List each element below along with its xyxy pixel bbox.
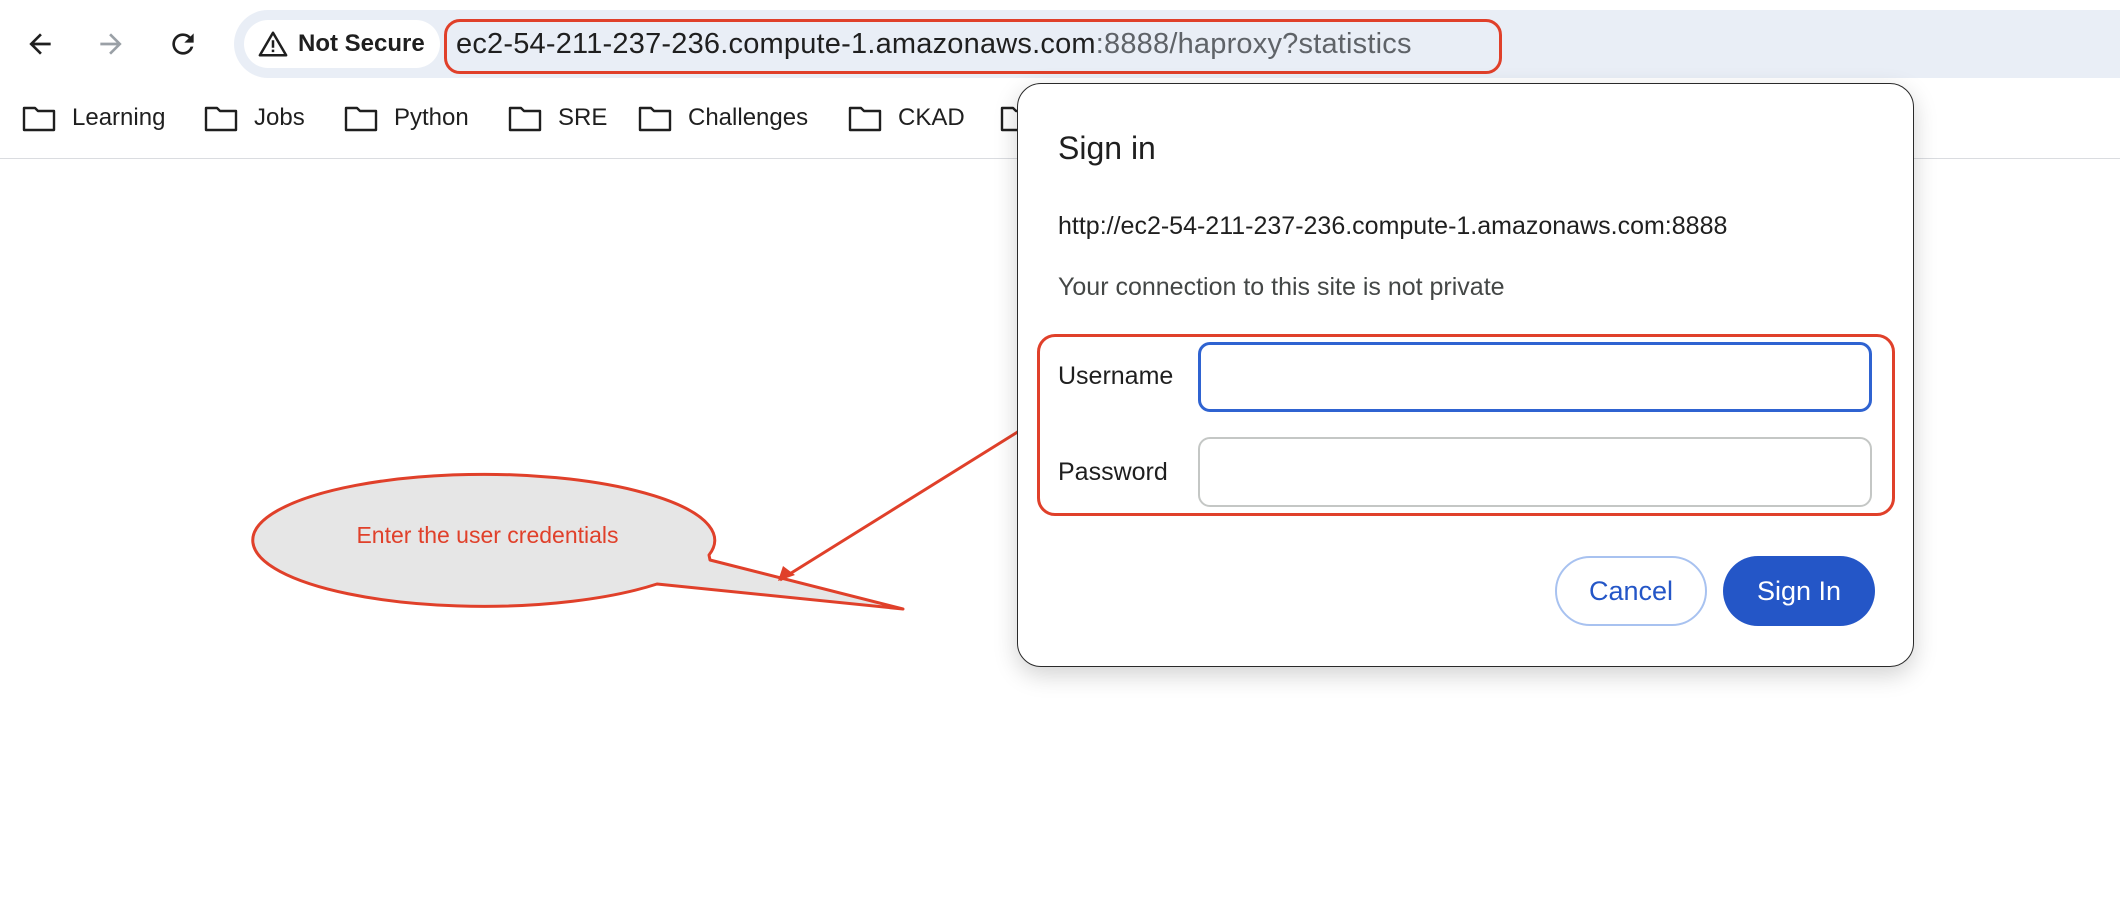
reload-icon	[172, 33, 194, 55]
security-chip[interactable]: Not Secure	[244, 20, 440, 68]
bookmark-label: CKAD	[898, 104, 965, 131]
bookmark-label: Learning	[72, 104, 166, 131]
bookmark-challenges[interactable]: Challenges	[638, 92, 808, 144]
forward-button[interactable]	[85, 18, 137, 70]
bookmark-learning[interactable]: Learning	[22, 92, 165, 144]
back-button[interactable]	[14, 18, 66, 70]
bookmark-ckad[interactable]: CKAD	[848, 92, 965, 144]
callout-pointer-arrowhead	[778, 566, 795, 581]
folder-icon	[22, 106, 56, 132]
sign-in-dialog: Sign in http://ec2-54-211-237-236.comput…	[1017, 83, 1914, 667]
username-input[interactable]	[1198, 342, 1872, 412]
security-label: Not Secure	[298, 30, 425, 57]
warning-triangle-icon	[258, 31, 288, 57]
sign-in-button[interactable]: Sign In	[1723, 556, 1875, 626]
connection-warning: Your connection to this site is not priv…	[1058, 273, 1505, 301]
password-label: Password	[1058, 458, 1168, 486]
arrow-forward-icon	[100, 33, 122, 55]
username-label: Username	[1058, 362, 1174, 390]
dialog-title: Sign in	[1058, 130, 1156, 166]
reload-button[interactable]	[157, 18, 209, 70]
bookmark-label: Challenges	[688, 104, 809, 131]
bookmark-jobs[interactable]: Jobs	[204, 92, 305, 144]
folder-icon	[848, 106, 882, 132]
folder-icon	[344, 106, 378, 132]
browser-toolbar: Not Secure ec2-54-211-237-236.compute-1.…	[0, 0, 2120, 86]
bookmark-label: Jobs	[254, 104, 305, 131]
bookmark-sre[interactable]: SRE	[508, 92, 607, 144]
password-input[interactable]	[1198, 437, 1872, 507]
url-host: ec2-54-211-237-236.compute-1.amazonaws.c…	[456, 28, 1096, 60]
bookmark-label: SRE	[558, 104, 608, 131]
folder-icon	[638, 106, 672, 132]
url-text[interactable]: ec2-54-211-237-236.compute-1.amazonaws.c…	[456, 24, 1412, 64]
dialog-origin-url: http://ec2-54-211-237-236.compute-1.amaz…	[1058, 212, 1728, 240]
cancel-button[interactable]: Cancel	[1555, 556, 1707, 626]
bookmark-python[interactable]: Python	[344, 92, 469, 144]
callout-pointer-line	[779, 416, 1041, 582]
folder-icon	[204, 106, 238, 132]
address-bar[interactable]: Not Secure ec2-54-211-237-236.compute-1.…	[234, 10, 2120, 78]
folder-icon	[508, 106, 542, 132]
annotation-text: Enter the user credentials	[356, 522, 619, 548]
arrow-back-icon	[29, 33, 51, 55]
url-path: :8888/haproxy?statistics	[1095, 28, 1412, 60]
bookmark-label: Python	[394, 104, 469, 131]
browser-window: Not Secure ec2-54-211-237-236.compute-1.…	[0, 0, 2120, 922]
